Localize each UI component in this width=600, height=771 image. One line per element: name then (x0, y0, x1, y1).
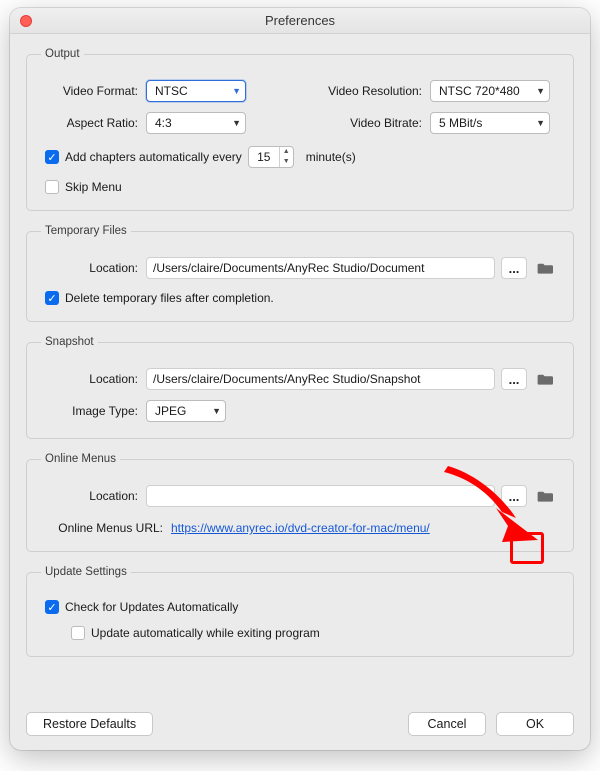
chapters-suffix: minute(s) (306, 150, 356, 164)
snapshot-location-input[interactable]: /Users/claire/Documents/AnyRec Studio/Sn… (146, 368, 495, 390)
chevron-down-icon: ▼ (536, 118, 545, 128)
skip-menu-label: Skip Menu (65, 180, 122, 194)
online-open-folder-button[interactable] (533, 485, 559, 507)
snapshot-open-folder-button[interactable] (533, 368, 559, 390)
delete-temp-label: Delete temporary files after completion. (65, 291, 274, 305)
ellipsis-icon: ... (509, 372, 520, 387)
chevron-down-icon: ▼ (536, 86, 545, 96)
auto-check-updates-label: Check for Updates Automatically (65, 600, 238, 614)
online-url-label: Online Menus URL: (41, 521, 171, 535)
video-bitrate-select[interactable]: 5 MBit/s ▼ (430, 112, 550, 134)
folder-icon (537, 372, 555, 386)
temp-files-group: Temporary Files Location: /Users/claire/… (26, 225, 574, 322)
chevron-down-icon: ▼ (232, 86, 241, 96)
video-resolution-select[interactable]: NTSC 720*480 ▼ (430, 80, 550, 102)
snapshot-legend: Snapshot (41, 336, 98, 348)
update-legend: Update Settings (41, 566, 131, 578)
snapshot-browse-button[interactable]: ... (501, 368, 527, 390)
auto-update-on-exit-checkbox[interactable] (71, 626, 85, 640)
online-legend: Online Menus (41, 453, 120, 465)
image-type-select[interactable]: JPEG ▼ (146, 400, 226, 422)
restore-defaults-button[interactable]: Restore Defaults (26, 712, 153, 736)
chevron-down-icon: ▼ (212, 406, 221, 416)
online-location-label: Location: (41, 489, 146, 503)
preferences-window: Preferences Output Video Format: NTSC ▼ … (10, 8, 590, 750)
chapters-minutes-stepper[interactable]: 15 ▲ ▼ (248, 146, 294, 168)
cancel-button[interactable]: Cancel (408, 712, 486, 736)
image-type-label: Image Type: (41, 404, 146, 418)
titlebar: Preferences (10, 8, 590, 34)
stepper-up-icon[interactable]: ▲ (280, 147, 293, 157)
aspect-ratio-label: Aspect Ratio: (41, 116, 146, 130)
temp-legend: Temporary Files (41, 225, 131, 237)
temp-location-input[interactable]: /Users/claire/Documents/AnyRec Studio/Do… (146, 257, 495, 279)
footer: Restore Defaults Cancel OK (10, 702, 590, 750)
temp-open-folder-button[interactable] (533, 257, 559, 279)
online-browse-button[interactable]: ... (501, 485, 527, 507)
temp-location-label: Location: (41, 261, 146, 275)
add-chapters-checkbox[interactable]: ✓ (45, 150, 59, 164)
snapshot-location-label: Location: (41, 372, 146, 386)
delete-temp-checkbox[interactable]: ✓ (45, 291, 59, 305)
online-location-input[interactable] (146, 485, 495, 507)
ellipsis-icon: ... (509, 489, 520, 504)
output-group: Output Video Format: NTSC ▼ Video Resolu… (26, 48, 574, 211)
folder-icon (537, 489, 555, 503)
window-title: Preferences (10, 13, 590, 28)
video-format-select[interactable]: NTSC ▼ (146, 80, 246, 102)
online-menus-group: Online Menus Location: ... Online Menus … (26, 453, 574, 552)
aspect-ratio-select[interactable]: 4:3 ▼ (146, 112, 246, 134)
skip-menu-checkbox[interactable] (45, 180, 59, 194)
video-resolution-label: Video Resolution: (310, 84, 430, 98)
stepper-down-icon[interactable]: ▼ (280, 157, 293, 167)
ellipsis-icon: ... (509, 261, 520, 276)
video-format-label: Video Format: (41, 84, 146, 98)
chevron-down-icon: ▼ (232, 118, 241, 128)
temp-browse-button[interactable]: ... (501, 257, 527, 279)
auto-check-updates-checkbox[interactable]: ✓ (45, 600, 59, 614)
snapshot-group: Snapshot Location: /Users/claire/Documen… (26, 336, 574, 439)
update-settings-group: Update Settings ✓ Check for Updates Auto… (26, 566, 574, 657)
add-chapters-label: Add chapters automatically every (65, 150, 242, 164)
auto-update-on-exit-label: Update automatically while exiting progr… (91, 626, 320, 640)
folder-icon (537, 261, 555, 275)
output-legend: Output (41, 48, 84, 60)
ok-button[interactable]: OK (496, 712, 574, 736)
online-menus-url-link[interactable]: https://www.anyrec.io/dvd-creator-for-ma… (171, 521, 430, 535)
video-bitrate-label: Video Bitrate: (310, 116, 430, 130)
